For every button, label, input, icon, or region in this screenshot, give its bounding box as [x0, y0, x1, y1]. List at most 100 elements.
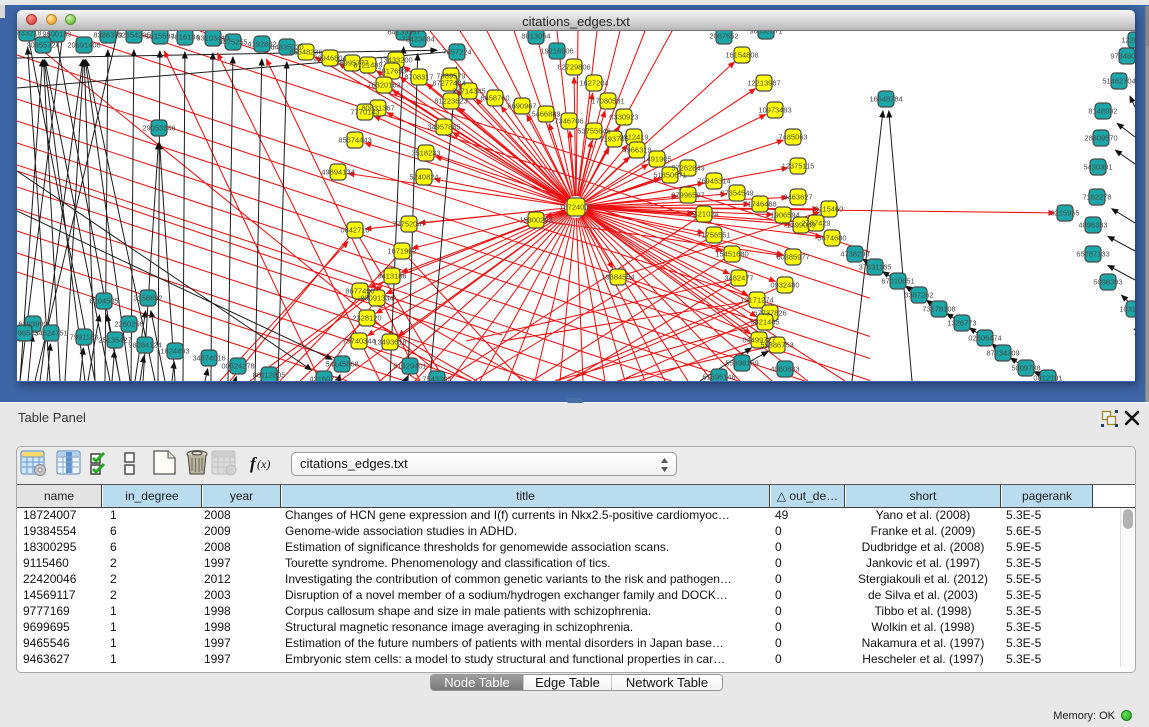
svg-text:5240824: 5240824 — [409, 173, 438, 182]
svg-text:71906594: 71906594 — [766, 211, 799, 220]
svg-text:5009788: 5009788 — [1011, 364, 1040, 373]
svg-text:61595148: 61595148 — [702, 373, 735, 382]
svg-text:54145868: 54145868 — [325, 360, 358, 369]
svg-text:15451680: 15451680 — [715, 250, 748, 259]
svg-text:0812191: 0812191 — [1033, 374, 1062, 382]
svg-text:87234309: 87234309 — [986, 349, 1019, 358]
svg-text:8708317: 8708317 — [404, 73, 433, 82]
svg-text:20355724: 20355724 — [26, 41, 59, 50]
svg-text:16648784: 16648784 — [869, 95, 902, 104]
svg-text:1031051: 1031051 — [1119, 305, 1135, 314]
svg-text:4966319: 4966319 — [622, 146, 651, 155]
svg-text:2787429: 2787429 — [801, 219, 830, 228]
svg-text:13171274: 13171274 — [740, 296, 773, 305]
svg-text:7182278: 7182278 — [1082, 193, 1111, 202]
svg-text:19384554: 19384554 — [601, 273, 634, 282]
svg-text:77752047: 77752047 — [392, 220, 425, 229]
svg-text:2421024: 2421024 — [689, 210, 718, 219]
svg-text:3387262: 3387262 — [904, 291, 933, 300]
svg-text:96532871: 96532871 — [749, 31, 782, 36]
svg-text:55886753: 55886753 — [760, 341, 793, 350]
svg-text:19218906: 19218906 — [540, 47, 573, 56]
svg-text:6193990: 6193990 — [18, 320, 47, 329]
svg-text:7346706: 7346706 — [554, 117, 583, 126]
svg-text:67010651: 67010651 — [881, 277, 914, 286]
svg-text:00524278: 00524278 — [221, 362, 254, 371]
svg-text:02606474: 02606474 — [968, 334, 1001, 343]
svg-text:98084124: 98084124 — [128, 341, 161, 350]
svg-text:37996507: 37996507 — [671, 191, 704, 200]
svg-text:2260256: 2260256 — [114, 320, 143, 329]
svg-text:51462704: 51462704 — [1102, 77, 1135, 86]
svg-text:60385977: 60385977 — [776, 253, 809, 262]
svg-text:76945314: 76945314 — [697, 177, 730, 186]
svg-text:16154808: 16154808 — [725, 51, 758, 60]
svg-text:25135427: 25135427 — [98, 336, 131, 345]
svg-text:71746488: 71746488 — [743, 200, 776, 209]
svg-text:7770143: 7770143 — [350, 108, 379, 117]
svg-text:5674680: 5674680 — [817, 234, 846, 243]
svg-text:62729806: 62729806 — [557, 63, 590, 72]
svg-text:6658760: 6658760 — [480, 94, 509, 103]
svg-text:0842710: 0842710 — [340, 226, 369, 235]
svg-text:37631165: 37631165 — [859, 263, 892, 272]
svg-text:8813054: 8813054 — [521, 32, 550, 41]
svg-text:67737826: 67737826 — [753, 309, 786, 318]
svg-text:7857224: 7857224 — [442, 48, 471, 57]
svg-text:4060883: 4060883 — [770, 365, 799, 374]
svg-text:12375115: 12375115 — [782, 162, 815, 171]
svg-text:55698169: 55698169 — [725, 359, 758, 368]
svg-text:76320163: 76320163 — [367, 81, 400, 90]
svg-text:81223623: 81223623 — [434, 97, 467, 106]
svg-text:4738299: 4738299 — [840, 250, 869, 259]
svg-text:97848018: 97848018 — [1110, 52, 1135, 61]
svg-text:01429401: 01429401 — [393, 362, 426, 371]
svg-text:34624751: 34624751 — [34, 329, 67, 338]
svg-text:15300293: 15300293 — [519, 216, 552, 225]
svg-text:6204505: 6204505 — [89, 297, 118, 306]
svg-text:13433200: 13433200 — [379, 56, 412, 65]
svg-text:9463627: 9463627 — [783, 193, 812, 202]
svg-text:27354549: 27354549 — [720, 189, 753, 198]
svg-text:8148932: 8148932 — [1088, 107, 1117, 116]
svg-text:99091334: 99091334 — [360, 294, 393, 303]
svg-text:13493618: 13493618 — [373, 338, 406, 347]
svg-text:34957885: 34957885 — [427, 123, 460, 132]
svg-text:5430391: 5430391 — [1083, 163, 1112, 172]
svg-text:3215955: 3215955 — [1050, 209, 1079, 218]
svg-text:0330923: 0330923 — [609, 113, 638, 122]
svg-text:0433218: 0433218 — [17, 31, 42, 38]
svg-text:(x): (x) — [257, 457, 270, 471]
svg-text:29053346: 29053346 — [142, 124, 175, 133]
svg-text:1491905: 1491905 — [642, 155, 671, 164]
svg-text:71756551: 71756551 — [697, 231, 730, 240]
svg-text:17080531: 17080531 — [591, 97, 624, 106]
svg-text:85574443: 85574443 — [338, 136, 371, 145]
svg-text:3482477: 3482477 — [724, 274, 753, 283]
svg-text:9912419: 9912419 — [619, 133, 648, 142]
svg-text:5098393: 5098393 — [1093, 278, 1122, 287]
svg-text:1226916: 1226916 — [1121, 36, 1135, 45]
svg-text:28809570: 28809570 — [1084, 134, 1117, 143]
svg-text:7917693: 7917693 — [377, 67, 406, 76]
svg-text:49894134: 49894134 — [321, 168, 354, 177]
svg-text:12213967: 12213967 — [747, 79, 780, 88]
svg-text:20691406: 20691406 — [67, 41, 100, 50]
svg-text:1627204: 1627204 — [579, 79, 608, 88]
svg-text:7485063: 7485063 — [778, 133, 807, 142]
svg-text:3158692: 3158692 — [133, 294, 162, 303]
svg-text:9115460: 9115460 — [815, 205, 844, 214]
svg-text:7543303: 7543303 — [422, 375, 451, 382]
svg-text:7991183: 7991183 — [70, 333, 99, 342]
svg-text:57262849: 57262849 — [671, 164, 704, 173]
svg-text:72423884: 72423884 — [401, 35, 434, 44]
svg-text:1824493: 1824493 — [160, 347, 189, 356]
svg-text:80112805: 80112805 — [253, 371, 286, 380]
svg-text:10973493: 10973493 — [758, 106, 791, 115]
svg-text:73178108: 73178108 — [922, 305, 955, 314]
svg-text:9600133: 9600133 — [42, 31, 71, 39]
svg-text:3518233: 3518233 — [411, 149, 440, 158]
svg-text:2328120: 2328120 — [352, 314, 381, 323]
svg-text:9413186: 9413186 — [377, 272, 406, 281]
svg-text:4896383: 4896383 — [1078, 221, 1107, 230]
